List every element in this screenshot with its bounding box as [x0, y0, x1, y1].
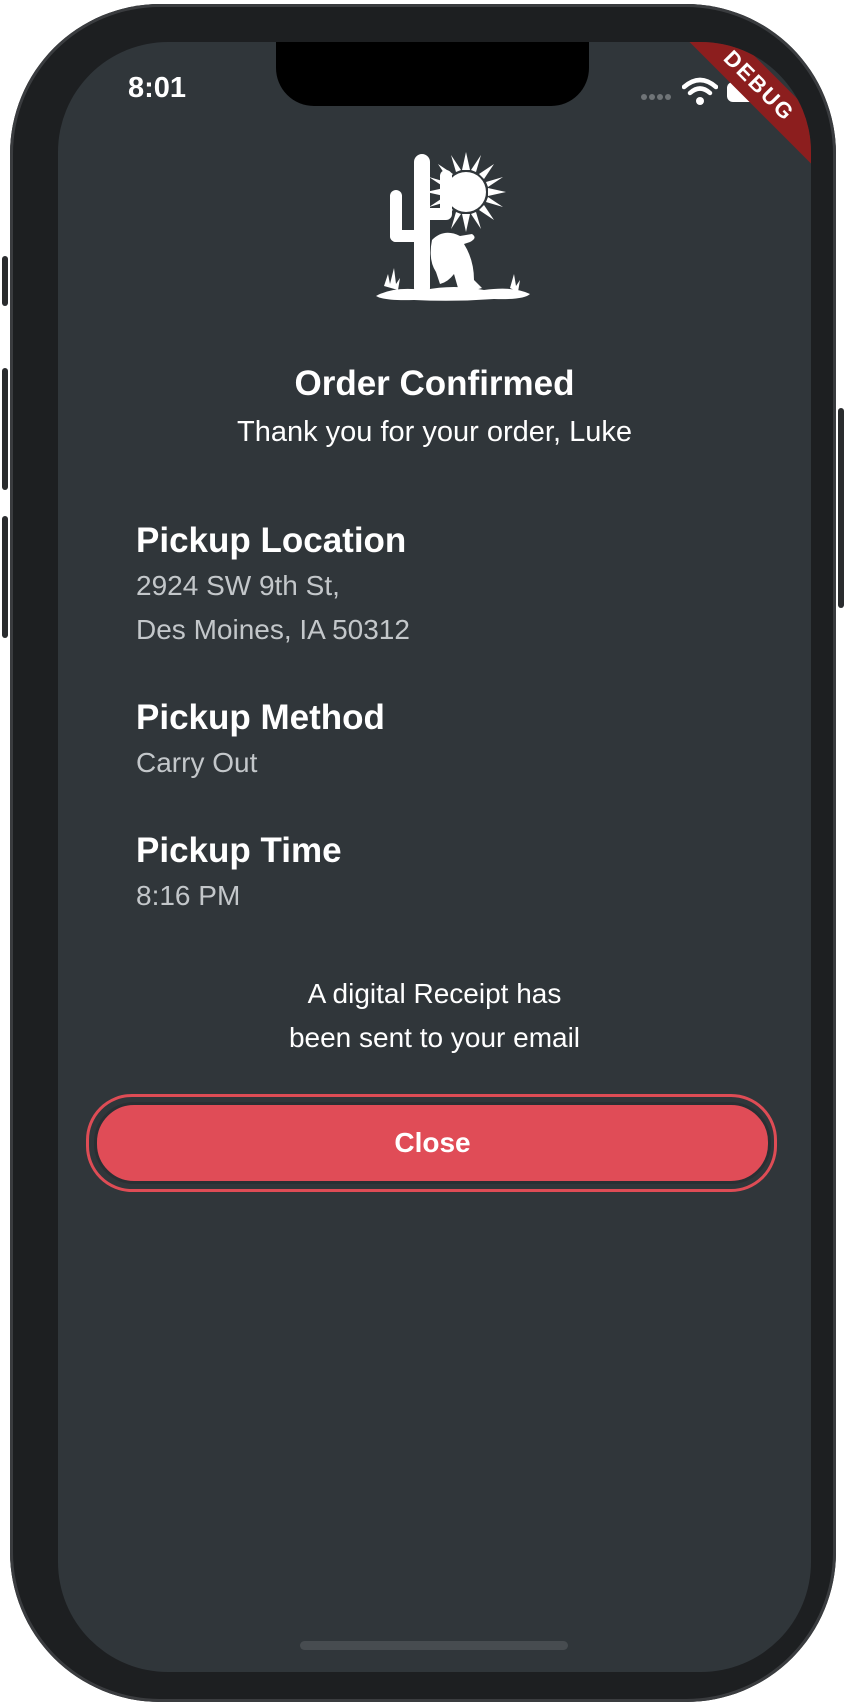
notch: [276, 42, 589, 106]
thank-you-message: Thank you for your order, Luke: [237, 416, 632, 448]
pickup-method-value: Carry Out: [136, 747, 258, 778]
pickup-time-value: 8:16 PM: [136, 880, 241, 911]
pickup-method-label: Pickup Method: [136, 698, 385, 737]
volume-down-button: [2, 516, 8, 638]
close-button[interactable]: Close: [94, 1102, 771, 1184]
receipt-message: A digital Receipt has been sent to your …: [58, 972, 811, 1060]
volume-up-button: [2, 368, 8, 490]
action-button: [2, 256, 8, 306]
receipt-message-line2: been sent to your email: [288, 1022, 581, 1053]
home-indicator[interactable]: [300, 1641, 568, 1650]
cellular-signal-icon: [641, 94, 671, 100]
pickup-address-line1: 2924 SW 9th St,: [136, 570, 340, 601]
pickup-address-line2: Des Moines, IA 50312: [136, 614, 410, 645]
order-confirmed-title: Order Confirmed: [294, 364, 575, 403]
status-time: 8:01: [128, 72, 187, 104]
receipt-message-line1: A digital Receipt has: [307, 978, 562, 1009]
pickup-time-label: Pickup Time: [136, 831, 342, 870]
app-screen: 8:01 DEBUG Order Confirmed Thank you for…: [58, 42, 811, 1672]
phone-frame: 8:01 DEBUG Order Confirmed Thank you for…: [2, 4, 844, 1702]
cactus-sun-logo-icon: [376, 152, 530, 301]
pickup-location-section: Pickup Location 2924 SW 9th St, Des Moin…: [136, 518, 736, 652]
wifi-icon: [682, 77, 718, 105]
pickup-location-label: Pickup Location: [136, 521, 407, 560]
power-button: [838, 408, 844, 608]
pickup-method-section: Pickup Method Carry Out: [136, 695, 736, 785]
pickup-time-section: Pickup Time 8:16 PM: [136, 828, 736, 918]
